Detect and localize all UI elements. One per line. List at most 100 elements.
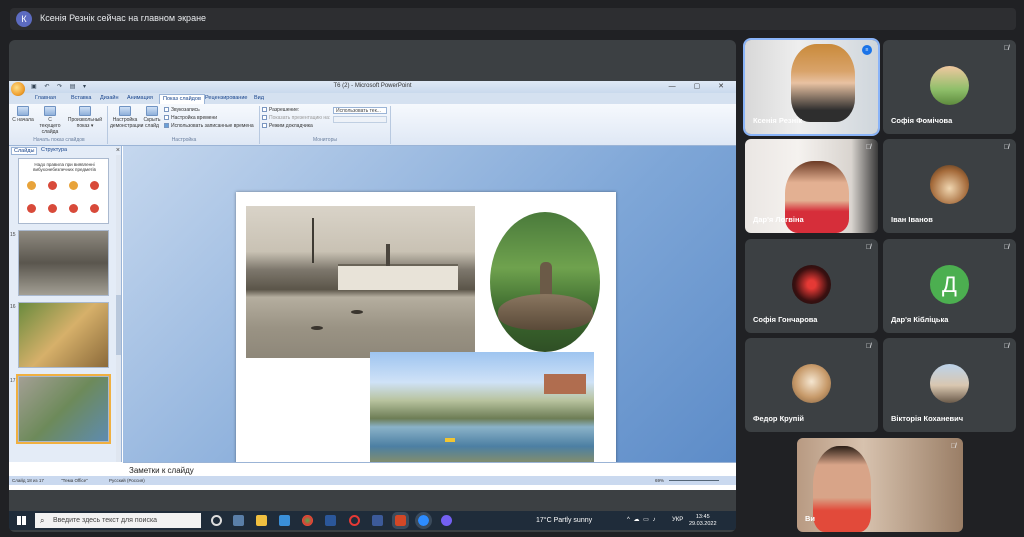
viber-icon[interactable]	[441, 515, 452, 526]
slides-panel: Слайды Структура × Надо правила при вияв…	[9, 146, 122, 462]
start-from-current-button[interactable]: С текущего слайда	[37, 106, 63, 135]
slide-thumbnail-1[interactable]: Надо правила при виявленні вибухонебезпе…	[18, 158, 109, 224]
app-icon[interactable]	[372, 515, 383, 526]
photo-detail	[544, 374, 586, 394]
presenter-view-label: Режим докладчика	[269, 123, 313, 129]
powerpoint-icon[interactable]	[392, 512, 409, 529]
quick-access-toolbar[interactable]: ▣ ↶ ↷ ▤ ▾	[31, 83, 89, 90]
taskbar-search-input[interactable]: ⌕ Введите здесь текст для поиска	[35, 513, 201, 528]
photo-detail	[311, 326, 323, 330]
tab-animation[interactable]: Анимация	[127, 95, 153, 101]
system-tray-icons[interactable]: ^ ☁ ▭ ♪	[627, 516, 657, 523]
cortana-icon[interactable]	[211, 515, 222, 526]
ribbon-separator	[390, 106, 391, 144]
prohibited-icon	[48, 204, 57, 213]
opera-icon[interactable]	[349, 515, 360, 526]
keyboard-language[interactable]: УКР	[672, 517, 683, 523]
ppt-title-bar: Т6 (2) - Microsoft PowerPoint ▣ ↶ ↷ ▤ ▾ …	[9, 81, 736, 93]
mic-off-icon: 🎙̸	[865, 244, 871, 251]
participant-tile[interactable]: 🎙̸ Софія Гончарова	[745, 239, 878, 333]
speaking-indicator-icon: ≡	[862, 45, 872, 55]
tab-review[interactable]: Рецензирование	[205, 95, 247, 101]
participant-avatar	[930, 364, 969, 403]
file-explorer-icon[interactable]	[256, 515, 267, 526]
participant-tile[interactable]: 🎙̸ Софія Фомічова	[883, 40, 1016, 134]
hide-label: Скрыть слайд	[143, 117, 161, 129]
office-button-icon[interactable]	[11, 82, 25, 96]
chrome-icon[interactable]	[302, 515, 313, 526]
participant-name: Дар'я Логвіна	[753, 215, 804, 224]
warning-icon	[27, 181, 36, 190]
task-view-icon[interactable]	[233, 515, 244, 526]
participant-tile[interactable]: 🎙̸ Дар'я Логвіна	[745, 139, 878, 233]
hide-slide-button[interactable]: Скрыть слайд	[141, 106, 163, 129]
photo-detail	[386, 244, 390, 266]
participant-tile[interactable]: 🎙̸ Федор Крупій	[745, 338, 878, 432]
record-icon	[164, 107, 169, 113]
resolution-label: Разрешение:	[262, 107, 299, 113]
current-label: С текущего слайда	[39, 117, 61, 135]
resolution-text: Разрешение:	[269, 107, 300, 113]
slide-thumbnail-current[interactable]	[16, 374, 111, 444]
zoom-app-icon[interactable]	[415, 512, 432, 529]
panel-scrollbar[interactable]	[116, 155, 121, 462]
monitor-icon	[262, 107, 267, 113]
zoom-slider[interactable]	[669, 480, 719, 481]
start-from-beginning-button[interactable]: С начала	[12, 106, 34, 123]
hide-slide-icon	[146, 106, 158, 116]
presenter-view-checkbox[interactable]: Режим докладчика	[262, 123, 313, 129]
custom-show-button[interactable]: Произвольный показ ▾	[67, 106, 103, 129]
taskbar-clock[interactable]: 13:45 29.03.2022	[689, 514, 717, 528]
ribbon-separator	[107, 106, 108, 144]
tab-view[interactable]: Вид	[254, 95, 264, 101]
show-on-text: Показать презентацию на:	[269, 115, 331, 121]
checkbox-icon	[262, 123, 267, 129]
record-narration-button[interactable]: Звукозапись	[164, 107, 200, 113]
close-icon[interactable]: ×	[116, 147, 120, 154]
statue-oval-photo	[490, 212, 600, 352]
store-icon[interactable]	[279, 515, 290, 526]
participant-name: Іван Іванов	[891, 215, 933, 224]
tab-slideshow[interactable]: Показ слайдов	[159, 94, 205, 104]
use-timings-checkbox[interactable]: Использовать записанные времена	[164, 123, 254, 129]
participant-video	[797, 438, 963, 532]
slide-number: 17	[10, 378, 16, 384]
tab-insert[interactable]: Вставка	[71, 95, 91, 101]
tab-home[interactable]: Главная	[35, 95, 56, 101]
photo-detail	[445, 438, 455, 442]
participant-avatar	[792, 265, 831, 304]
show-on-dropdown[interactable]	[333, 116, 387, 123]
slide-thumbnail-3[interactable]	[18, 302, 109, 368]
powerpoint-window: Т6 (2) - Microsoft PowerPoint ▣ ↶ ↷ ▤ ▾ …	[9, 81, 736, 530]
participant-tile[interactable]: ≡ Ксенія Резнік	[743, 38, 880, 136]
slideshow-start-icon	[17, 106, 29, 116]
ppt-window-title: Т6 (2) - Microsoft PowerPoint	[333, 83, 412, 89]
prohibited-icon	[27, 204, 36, 213]
participant-tile[interactable]: 🎙̸ Д Дар'я Кібліцька	[883, 239, 1016, 333]
tab-outline[interactable]: Структура	[41, 147, 67, 153]
scroll-thumb[interactable]	[116, 295, 121, 355]
setup-show-button[interactable]: Настройка демонстрации	[110, 106, 143, 129]
tab-slides[interactable]: Слайды	[11, 147, 38, 155]
slide-notes[interactable]: Заметки к слайду	[123, 462, 736, 476]
self-view-tile[interactable]: 🎙̸ Ви	[797, 438, 963, 532]
tab-design[interactable]: Дизайн	[100, 95, 119, 101]
mic-off-icon: 🎙̸	[865, 144, 871, 151]
top-bar: К Ксенія Резнік сейчас на главном экране	[0, 0, 1024, 36]
timing-label: Настройка времени	[171, 115, 217, 121]
window-controls[interactable]: — ▢ ✕	[669, 82, 732, 90]
resolution-dropdown[interactable]: Использовать тек...	[333, 107, 387, 114]
photo-detail	[312, 218, 314, 263]
rehearse-timings-button[interactable]: Настройка времени	[164, 115, 217, 121]
windows-start-icon[interactable]	[17, 516, 26, 525]
participant-tile[interactable]: 🎙̸ Вікторія Коханевич	[883, 338, 1016, 432]
current-slide[interactable]	[236, 192, 616, 477]
participant-avatar	[930, 165, 969, 204]
warning-icon	[48, 181, 57, 190]
clock-date: 29.03.2022	[689, 521, 717, 527]
word-icon[interactable]	[325, 515, 336, 526]
slide-thumbnail-2[interactable]	[18, 230, 109, 296]
participant-name: Федор Крупій	[753, 414, 805, 423]
taskbar-weather[interactable]: 17°C Partly sunny	[536, 517, 592, 524]
participant-tile[interactable]: 🎙̸ Іван Іванов	[883, 139, 1016, 233]
